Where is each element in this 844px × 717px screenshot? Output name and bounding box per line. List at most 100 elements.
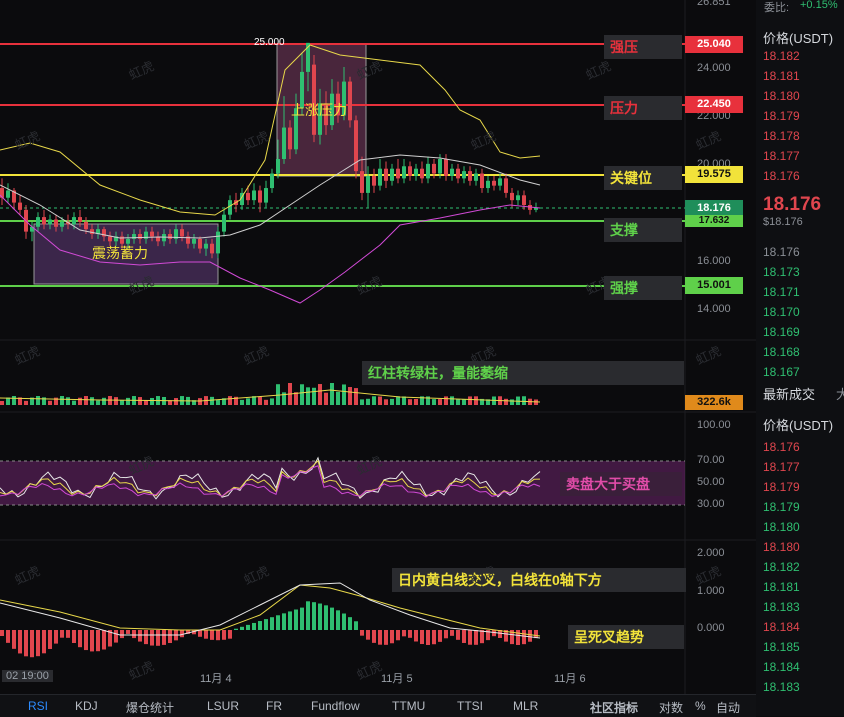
order-ratio-value: +0.15% xyxy=(800,0,838,11)
candle-body xyxy=(246,192,250,201)
key-level-label: 关键位 xyxy=(604,166,682,190)
trade-row[interactable]: 18.184 xyxy=(763,660,800,674)
macd-histogram-bar xyxy=(264,619,268,630)
trade-row[interactable]: 18.183 xyxy=(763,680,800,694)
macd-histogram-bar xyxy=(18,630,22,654)
tab-liquidation[interactable]: 爆仓统计 xyxy=(126,699,174,716)
bid-row[interactable]: 18.168 xyxy=(763,345,800,359)
volume-bar xyxy=(90,397,94,405)
rsi-axis-label: 30.00 xyxy=(697,498,725,510)
order-ratio-bar: 委比: +0.15% xyxy=(756,0,844,14)
macd-histogram-bar xyxy=(234,628,238,630)
macd-histogram-bar xyxy=(378,630,382,645)
macd-histogram-bar xyxy=(102,630,106,650)
macd-histogram-bar xyxy=(216,630,220,641)
trade-row[interactable]: 18.183 xyxy=(763,600,800,614)
candle-body xyxy=(366,175,370,193)
tab-fr[interactable]: FR xyxy=(266,699,282,713)
bid-row[interactable]: 18.170 xyxy=(763,305,800,319)
volume-bar xyxy=(66,397,70,405)
ask-row[interactable]: 18.182 xyxy=(763,49,800,63)
macd-histogram-bar xyxy=(420,630,424,645)
macd-histogram-bar xyxy=(318,603,322,630)
tab-lsur[interactable]: LSUR xyxy=(207,699,239,713)
ask-row[interactable]: 18.177 xyxy=(763,149,800,163)
rsi-note: 卖盘大于买盘 xyxy=(560,472,682,496)
log-scale-toggle[interactable]: 对数 xyxy=(659,699,683,716)
peak-price-label: 25.000 xyxy=(254,37,285,48)
macd-histogram-bar xyxy=(96,630,100,652)
volume-bar xyxy=(504,398,508,405)
candle-body xyxy=(78,217,82,222)
key-level-tag: 19.575 xyxy=(685,166,743,183)
bid-row[interactable]: 18.176 xyxy=(763,245,800,259)
volume-bar xyxy=(450,396,454,405)
macd-histogram-bar xyxy=(312,602,316,630)
macd-histogram-bar xyxy=(480,630,484,644)
volume-bar xyxy=(342,384,346,405)
tab-kdj[interactable]: KDJ xyxy=(75,699,98,713)
candle-body xyxy=(360,171,364,193)
macd-histogram-bar xyxy=(126,630,130,634)
trade-row[interactable]: 18.179 xyxy=(763,480,800,494)
ask-row[interactable]: 18.181 xyxy=(763,69,800,83)
orderbook-price-header: 价格(USDT) xyxy=(763,31,834,46)
candle-body xyxy=(18,202,22,210)
bid-row[interactable]: 18.171 xyxy=(763,285,800,299)
trade-row[interactable]: 18.179 xyxy=(763,500,800,514)
trade-row[interactable]: 18.181 xyxy=(763,580,800,594)
trades-tab-cut[interactable]: 大 xyxy=(836,384,844,403)
trade-row[interactable]: 18.185 xyxy=(763,640,800,654)
candle-body xyxy=(378,168,382,186)
trade-row[interactable]: 18.176 xyxy=(763,440,800,454)
price-axis-label: 14.000 xyxy=(697,303,731,315)
volume-bar xyxy=(390,398,394,405)
tab-ttsi[interactable]: TTSI xyxy=(457,699,483,713)
auto-scale-toggle[interactable]: 自动 xyxy=(716,699,740,716)
macd-histogram-bar xyxy=(288,611,292,630)
macd-histogram-bar xyxy=(42,630,46,654)
candle-body xyxy=(516,195,520,201)
tab-rsi[interactable]: RSI xyxy=(28,699,48,713)
x-axis-label: 11月 6 xyxy=(554,673,586,685)
volume-bar xyxy=(246,398,250,405)
candle-body xyxy=(408,166,412,176)
bid-row[interactable]: 18.167 xyxy=(763,365,800,379)
trade-row[interactable]: 18.182 xyxy=(763,560,800,574)
recent-trades-title[interactable]: 最新成交 xyxy=(763,384,815,403)
volume-bar xyxy=(396,396,400,405)
volume-bar xyxy=(336,391,340,405)
tab-ttmu[interactable]: TTMU xyxy=(392,699,425,713)
ask-row[interactable]: 18.178 xyxy=(763,129,800,143)
rsi-axis-label: 100.00 xyxy=(697,419,731,431)
bid-row[interactable]: 18.173 xyxy=(763,265,800,279)
tab-community-indicators[interactable]: 社区指标 xyxy=(590,699,638,716)
macd-histogram-bar xyxy=(360,630,364,636)
volume-bar xyxy=(414,398,418,405)
macd-histogram-bar xyxy=(516,630,520,645)
macd-histogram-bar xyxy=(372,630,376,643)
rsi-axis-label: 50.00 xyxy=(697,476,725,488)
ask-row[interactable]: 18.179 xyxy=(763,109,800,123)
volume-bar xyxy=(366,398,370,405)
candle-body xyxy=(198,238,202,249)
candle-body xyxy=(72,217,76,225)
trade-row[interactable]: 18.180 xyxy=(763,520,800,534)
bid-row[interactable]: 18.169 xyxy=(763,325,800,339)
macd-histogram-bar xyxy=(294,609,298,630)
candle-body xyxy=(84,221,88,230)
macd-histogram-bar xyxy=(144,630,148,645)
ask-row[interactable]: 18.176 xyxy=(763,169,800,183)
tab-mlr[interactable]: MLR xyxy=(513,699,538,713)
macd-histogram-bar xyxy=(408,630,412,638)
candle-body xyxy=(462,171,466,179)
trade-row[interactable]: 18.184 xyxy=(763,620,800,634)
volume-bar xyxy=(96,400,100,405)
tab-fundflow[interactable]: Fundflow xyxy=(311,699,360,713)
macd-histogram-bar xyxy=(156,630,160,646)
percent-scale-toggle[interactable]: % xyxy=(695,699,706,713)
trade-row[interactable]: 18.180 xyxy=(763,540,800,554)
strong-support-label: 强撑 xyxy=(604,276,682,300)
ask-row[interactable]: 18.180 xyxy=(763,89,800,103)
trade-row[interactable]: 18.177 xyxy=(763,460,800,474)
